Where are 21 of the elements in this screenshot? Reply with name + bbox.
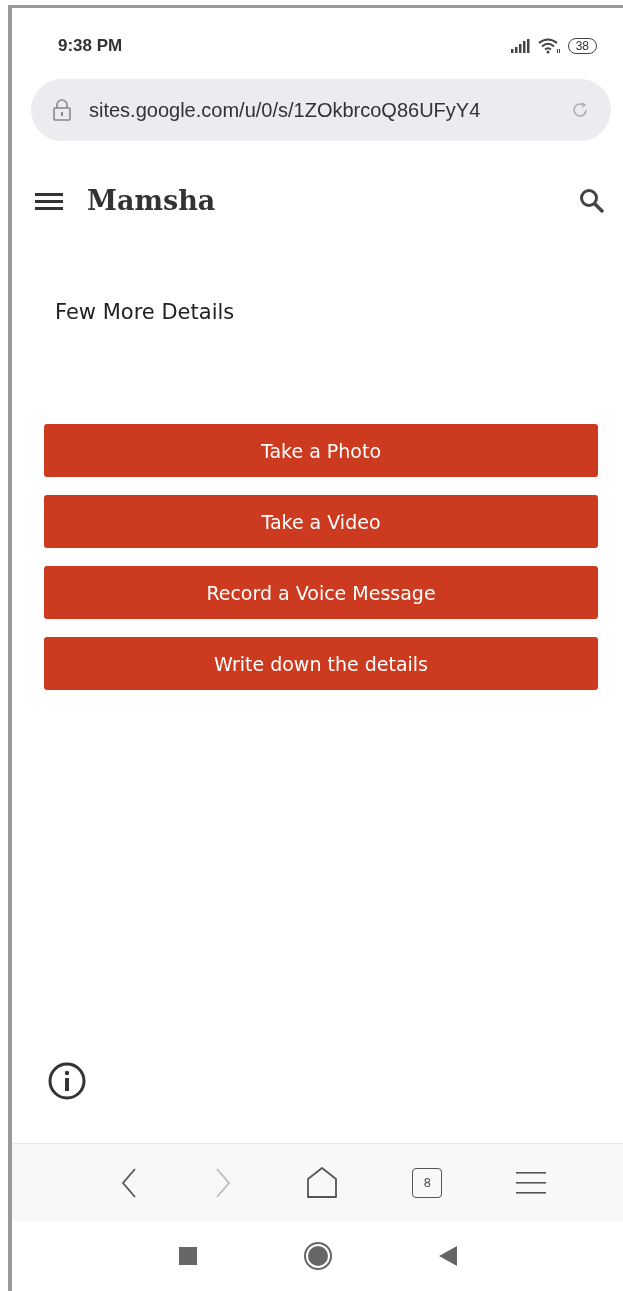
signal-icon xyxy=(509,39,530,53)
menu-icon[interactable] xyxy=(35,190,63,211)
action-button[interactable]: Record a Voice Message xyxy=(44,566,598,619)
action-button[interactable]: Take a Video xyxy=(44,495,598,548)
info-icon[interactable] xyxy=(47,1061,87,1101)
recents-icon[interactable] xyxy=(177,1246,198,1266)
back-triangle-icon[interactable] xyxy=(437,1245,458,1267)
home-icon[interactable] xyxy=(306,1166,339,1199)
action-button[interactable]: Write down the details xyxy=(44,637,598,690)
lock-icon xyxy=(53,99,71,121)
address-bar[interactable]: sites.google.com/u/0/s/1ZOkbrcoQ86UFyY4 xyxy=(31,79,611,141)
action-button[interactable]: Take a Photo xyxy=(44,424,598,477)
wifi-icon xyxy=(537,38,560,54)
url-text: sites.google.com/u/0/s/1ZOkbrcoQ86UFyY4 xyxy=(89,98,482,122)
search-icon[interactable] xyxy=(579,187,605,214)
page-heading: Few More Details xyxy=(55,300,236,324)
status-time: 9:38 PM xyxy=(58,36,123,56)
home-button-icon[interactable] xyxy=(302,1241,333,1271)
site-title[interactable]: Mamsha xyxy=(87,185,216,216)
tab-count-button[interactable]: 8 xyxy=(412,1167,443,1198)
menu-icon[interactable] xyxy=(516,1169,547,1196)
